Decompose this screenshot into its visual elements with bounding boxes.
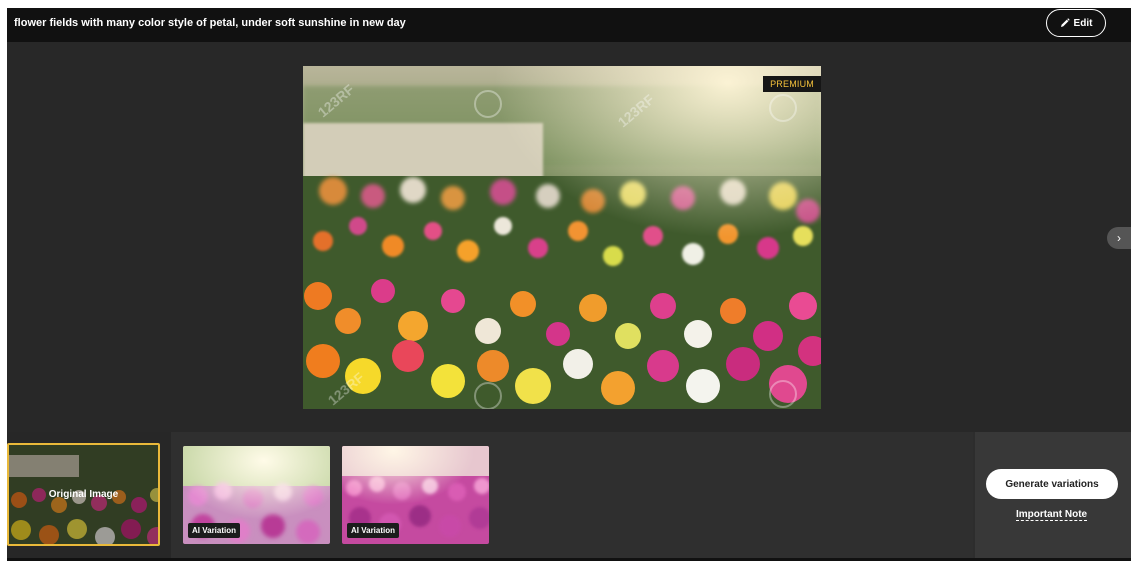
pencil-icon xyxy=(1060,18,1070,28)
ai-variation-tag: AI Variation xyxy=(347,523,400,538)
ai-variation-thumbnail[interactable]: AI Variation xyxy=(183,446,330,544)
ai-variation-thumbnail[interactable]: AI Variation xyxy=(342,446,489,544)
actions-panel: Generate variations Important Note xyxy=(975,432,1131,558)
bottom-divider xyxy=(7,558,1131,561)
edit-button[interactable]: Edit xyxy=(1046,9,1106,37)
header-bar: flower fields with many color style of p… xyxy=(7,8,1131,42)
thumbnail-strip: Original Image AI Variation AI Variation… xyxy=(7,432,1131,558)
image-title: flower fields with many color style of p… xyxy=(14,17,406,29)
original-image-thumbnail[interactable]: Original Image xyxy=(7,443,160,546)
chevron-right-icon: › xyxy=(1117,231,1121,245)
original-image-label: Original Image xyxy=(9,445,158,544)
main-image[interactable]: 123RF 123RF 123RF PREMIUM xyxy=(303,66,821,409)
generate-variations-button[interactable]: Generate variations xyxy=(986,469,1118,499)
main-viewer: 123RF 123RF 123RF PREMIUM › xyxy=(7,42,1131,432)
next-button[interactable]: › xyxy=(1107,227,1131,249)
thumbnail-list: Original Image AI Variation AI Variation xyxy=(7,432,973,558)
premium-badge: PREMIUM xyxy=(763,76,821,92)
original-thumbnail-cell: Original Image xyxy=(7,432,171,558)
important-note-link[interactable]: Important Note xyxy=(1016,509,1087,520)
ai-variation-tag: AI Variation xyxy=(188,523,241,538)
edit-label: Edit xyxy=(1073,17,1093,29)
image-viewer-panel: flower fields with many color style of p… xyxy=(7,8,1131,561)
